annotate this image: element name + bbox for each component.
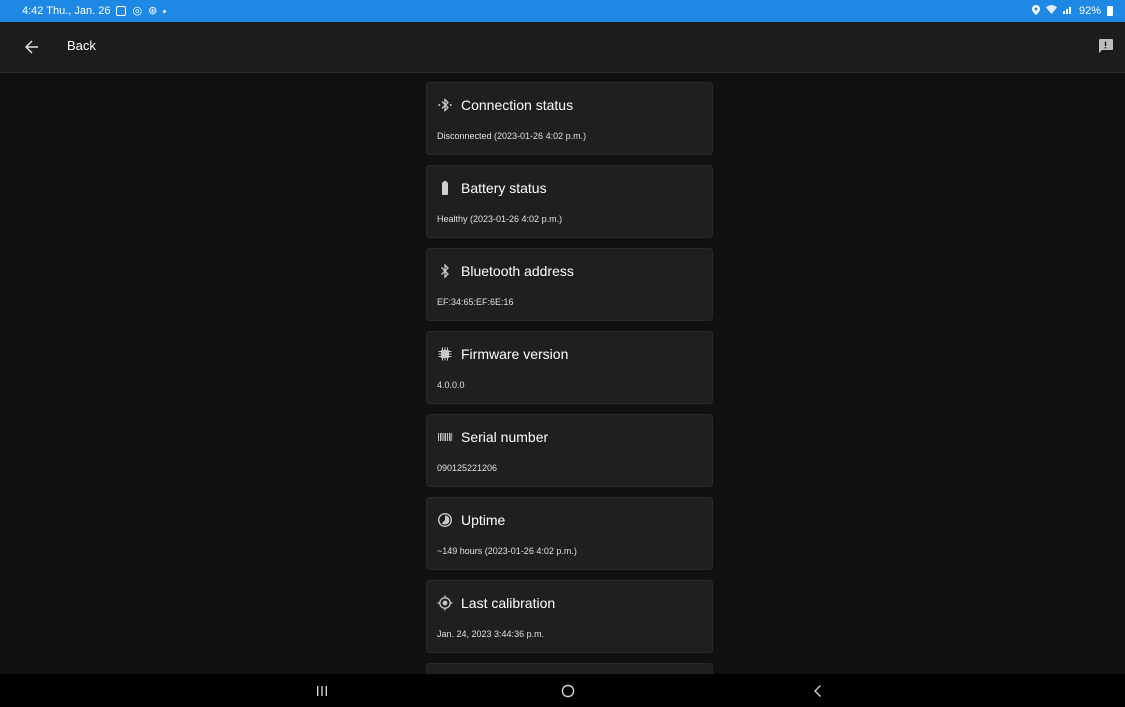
home-button[interactable] [553,680,583,702]
card-value: 4.0.0.0 [437,380,465,390]
card-title: Serial number [461,429,549,445]
card-value: ~149 hours (2023-01-26 4:02 p.m.) [437,546,577,556]
card-bluetooth-address: Bluetooth address EF:34:65:EF:6E:16 [426,248,713,321]
card-partial-next [426,663,713,674]
card-head: Battery status [437,180,547,196]
system-nav-bar [0,674,1125,707]
card-title: Firmware version [461,346,569,362]
more-notifications-dot-icon [163,9,167,13]
card-serial-number: Serial number 090125221206 [426,414,713,487]
app-bar: Back [0,22,1125,73]
status-time-date: 4:42 Thu., Jan. 26 [22,5,111,17]
card-uptime: Uptime ~149 hours (2023-01-26 4:02 p.m.) [426,497,713,570]
card-title: Uptime [461,512,506,528]
card-title: Battery status [461,180,547,196]
feedback-icon[interactable] [1098,39,1113,53]
bluetooth-icon [437,263,453,279]
recent-apps-button[interactable] [307,680,337,702]
card-connection-status: Connection status Disconnected (2023-01-… [426,82,713,155]
card-head: Bluetooth address [437,263,574,279]
card-head: Serial number [437,429,548,445]
back-arrow-icon[interactable] [24,35,43,59]
system-back-button[interactable] [803,680,833,702]
status-right: 92% [1031,4,1113,18]
card-head: Connection status [437,97,573,113]
signal-icon [1062,5,1073,17]
target-icon [437,595,453,611]
card-head: Firmware version [437,346,568,362]
card-value: Disconnected (2023-01-26 4:02 p.m.) [437,131,587,141]
chevron-left-icon [814,685,821,697]
barcode-icon [437,429,453,445]
card-head: Last calibration [437,595,555,611]
card-value: Healthy (2023-01-26 4:02 p.m.) [437,214,563,224]
status-left: 4:42 Thu., Jan. 26 ◎ ⊛ [22,4,167,17]
card-firmware-version: Firmware version 4.0.0.0 [426,331,713,404]
card-value: 090125221206 [437,463,498,473]
card-last-calibration: Last calibration Jan. 24, 2023 3:44:36 p… [426,580,713,653]
wifi-icon [1045,5,1057,17]
screen: 4:42 Thu., Jan. 26 ◎ ⊛ 92% Back Connecti… [0,0,1125,707]
card-head: Uptime [437,512,505,528]
sync-notification-icon: ⊛ [148,4,158,17]
recent-apps-icon [317,686,327,696]
location-icon [1031,4,1040,18]
home-icon [561,684,575,698]
card-value: Jan. 24, 2023 3:44:36 p.m. [437,629,545,639]
gallery-notification-icon [116,6,127,16]
bluetooth-connect-icon [437,97,453,113]
back-button[interactable]: Back [67,38,96,53]
battery-icon [437,180,453,196]
card-title: Last calibration [461,595,556,611]
card-value: EF:34:65:EF:6E:16 [437,297,514,307]
battery-percentage: 92% [1078,5,1101,17]
status-bar: 4:42 Thu., Jan. 26 ◎ ⊛ 92% [0,0,1125,22]
notification-icon: ◎ [132,4,143,17]
card-title: Bluetooth address [461,263,574,279]
card-battery-status: Battery status Healthy (2023-01-26 4:02 … [426,165,713,238]
battery-status-icon [1107,6,1113,16]
chip-icon [437,346,453,362]
card-title: Connection status [461,97,574,113]
device-info-list[interactable]: Connection status Disconnected (2023-01-… [0,73,1125,674]
timer-icon [437,512,453,528]
